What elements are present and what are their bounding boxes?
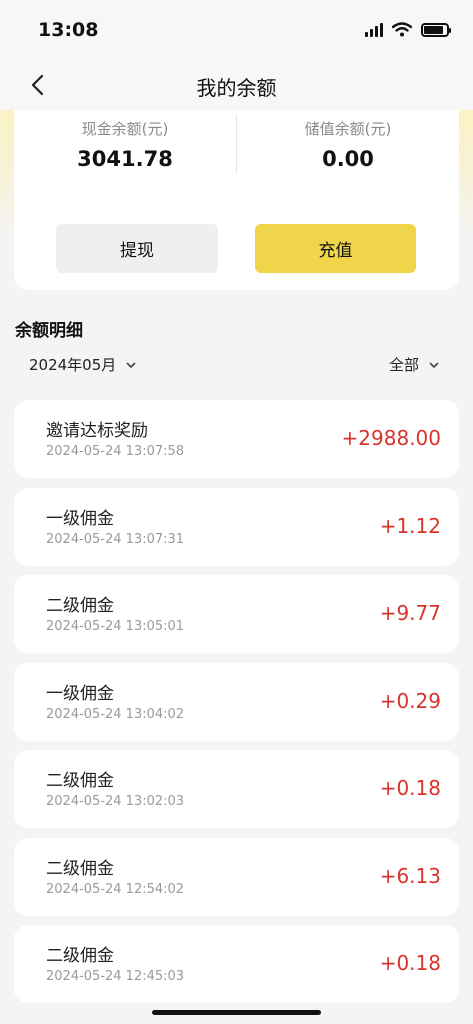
transaction-time: 2024-05-24 13:07:58 <box>46 444 185 459</box>
wifi-icon <box>392 22 412 37</box>
transaction-amount: +9.77 <box>379 601 441 625</box>
cellular-signal-icon <box>365 22 383 37</box>
transaction-amount: +0.29 <box>379 688 441 713</box>
month-filter[interactable]: 2024年05月 <box>29 354 137 375</box>
withdraw-button[interactable]: 提现 <box>56 224 218 273</box>
transaction-amount: +0.18 <box>379 776 441 800</box>
filter-row: 2024年05月 全部 <box>0 354 473 380</box>
page: 13:08 我的余额 现金余额(元) 3041.78 储值余额(元) 0.00 … <box>0 0 473 1024</box>
transaction-list: 邀请达标奖励 2024-05-24 13:07:58 +2988.00 一级佣金… <box>14 400 459 1013</box>
type-filter[interactable]: 全部 <box>389 354 440 375</box>
transaction-amount: +1.12 <box>379 513 441 538</box>
status-bar: 13:08 <box>0 0 473 60</box>
transaction-amount: +6.13 <box>379 863 441 888</box>
transaction-time: 2024-05-24 13:02:03 <box>46 794 185 809</box>
cash-balance-label: 现金余额(元) <box>81 120 169 138</box>
transaction-time: 2024-05-24 13:05:01 <box>46 619 185 634</box>
transaction-item[interactable]: 一级佣金 2024-05-24 13:07:31 +1.12 <box>14 487 459 566</box>
battery-level <box>424 25 443 34</box>
transaction-name: 二级佣金 <box>46 771 114 791</box>
status-time: 13:08 <box>38 19 99 41</box>
transaction-time: 2024-05-24 13:04:02 <box>46 706 185 722</box>
transaction-name: 二级佣金 <box>46 596 114 616</box>
nav-bar: 我的余额 <box>0 60 473 110</box>
home-indicator[interactable] <box>152 1010 321 1015</box>
month-filter-label: 2024年05月 <box>29 356 117 374</box>
balance-card: 现金余额(元) 3041.78 储值余额(元) 0.00 提现 充值 <box>14 110 459 290</box>
transaction-time: 2024-05-24 13:07:31 <box>46 531 185 547</box>
type-filter-label: 全部 <box>388 356 419 374</box>
status-icons <box>365 22 451 37</box>
transaction-item[interactable]: 二级佣金 2024-05-24 12:45:03 +0.18 <box>14 925 459 1003</box>
transaction-time: 2024-05-24 12:45:03 <box>46 969 185 984</box>
transaction-amount: +0.18 <box>379 951 441 975</box>
page-title: 我的余额 <box>196 76 277 100</box>
transaction-name: 一级佣金 <box>46 683 114 704</box>
stored-balance-value: 0.00 <box>322 147 374 171</box>
transaction-name: 二级佣金 <box>46 946 114 966</box>
cash-balance-value: 3041.78 <box>77 147 173 171</box>
chevron-down-icon <box>429 362 439 368</box>
transaction-name: 邀请达标奖励 <box>46 421 148 441</box>
recharge-button[interactable]: 充值 <box>255 224 416 273</box>
stored-balance: 储值余额(元) 0.00 <box>237 118 459 171</box>
stored-balance-label: 储值余额(元) <box>304 120 392 138</box>
transaction-item[interactable]: 一级佣金 2024-05-24 13:04:02 +0.29 <box>14 662 459 741</box>
transaction-amount: +2988.00 <box>341 426 441 450</box>
transaction-name: 一级佣金 <box>46 508 114 529</box>
transaction-item[interactable]: 二级佣金 2024-05-24 13:05:01 +9.77 <box>14 575 459 653</box>
transaction-name: 二级佣金 <box>46 858 114 879</box>
chevron-down-icon <box>126 362 136 368</box>
cash-balance: 现金余额(元) 3041.78 <box>14 118 236 171</box>
transaction-item[interactable]: 二级佣金 2024-05-24 12:54:02 +6.13 <box>14 837 459 916</box>
battery-icon <box>421 22 451 37</box>
transaction-time: 2024-05-24 12:54:02 <box>46 881 185 897</box>
transaction-item[interactable]: 二级佣金 2024-05-24 13:02:03 +0.18 <box>14 750 459 828</box>
section-title: 余额明细 <box>15 321 83 341</box>
transaction-item[interactable]: 邀请达标奖励 2024-05-24 13:07:58 +2988.00 <box>14 400 459 478</box>
